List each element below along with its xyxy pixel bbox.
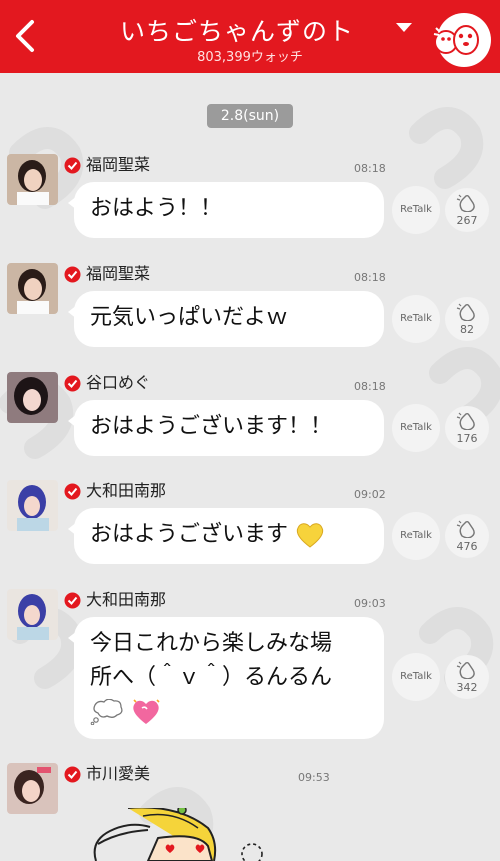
- message-bubble[interactable]: おはよう！！: [68, 182, 384, 238]
- avatar[interactable]: [7, 372, 58, 423]
- message-item: 大和田南那 09:03 今日これから楽しみな場 所へ（＾ｖ＾）るんるん ReTa…: [0, 587, 500, 742]
- message-text: おはようございます: [90, 522, 289, 547]
- retalk-button[interactable]: ReTalk: [392, 512, 440, 560]
- sparkling-heart-icon: [133, 699, 160, 724]
- retalk-button[interactable]: ReTalk: [392, 186, 440, 234]
- back-arrow-icon[interactable]: [8, 16, 40, 56]
- message-item: 谷口めぐ 08:18 おはようございます！！ ReTalk 176: [0, 370, 500, 460]
- message-bubble[interactable]: おはようございます！！: [68, 400, 384, 456]
- clap-button[interactable]: 176: [445, 406, 489, 450]
- avatar[interactable]: [7, 480, 58, 531]
- message-item: 福岡聖菜 08:18 おはよう！！ ReTalk 267: [0, 152, 500, 242]
- clap-icon: [456, 303, 475, 321]
- clap-button[interactable]: 476: [445, 514, 489, 558]
- avatar[interactable]: [7, 263, 58, 314]
- sender-name: 谷口めぐ: [86, 373, 151, 392]
- date-separator: 2.8(sun): [207, 104, 293, 128]
- mascot-menu-icon[interactable]: [430, 6, 494, 70]
- sender-name: 福岡聖菜: [86, 264, 151, 283]
- verified-check-icon: [64, 766, 81, 783]
- avatar[interactable]: [7, 763, 58, 814]
- clap-icon: [456, 194, 475, 212]
- avatar[interactable]: [7, 154, 58, 205]
- message-time: 08:18: [354, 380, 386, 393]
- message-time: 08:18: [354, 271, 386, 284]
- message-time: 09:03: [354, 597, 386, 610]
- clap-button[interactable]: 267: [445, 188, 489, 232]
- message-text-line: 今日これから楽しみな場: [90, 631, 333, 656]
- clap-button[interactable]: 82: [445, 297, 489, 341]
- clap-count: 267: [456, 214, 478, 227]
- sender-name: 福岡聖菜: [86, 155, 151, 174]
- message-text-line: 所へ（＾ｖ＾）るんるん: [90, 665, 333, 690]
- clap-count: 476: [456, 540, 478, 553]
- sender-name: 大和田南那: [86, 481, 167, 500]
- clap-icon: [456, 520, 475, 538]
- message-text: 元気いっぱいだよｗ: [90, 305, 289, 330]
- thought-bubble-icon: [90, 699, 123, 725]
- verified-check-icon: [64, 483, 81, 500]
- chevron-down-icon[interactable]: [394, 22, 414, 34]
- thought-bubble-icon: [241, 843, 263, 861]
- clap-count: 176: [456, 432, 478, 445]
- message-text: おはようございます！！: [90, 414, 333, 439]
- retalk-button[interactable]: ReTalk: [392, 404, 440, 452]
- message-text: おはよう！！: [90, 196, 223, 221]
- yellow-heart-icon: [296, 523, 324, 548]
- verified-check-icon: [64, 266, 81, 283]
- watch-count: 803,399ウォッチ: [197, 50, 303, 65]
- sender-name: 市川愛美: [86, 764, 151, 783]
- message-bubble[interactable]: おはようございます: [68, 508, 384, 564]
- header-bar: いちごちゃんずのト 803,399ウォッチ: [0, 0, 500, 73]
- retalk-button[interactable]: ReTalk: [392, 653, 440, 701]
- message-item: 福岡聖菜 08:18 元気いっぱいだよｗ ReTalk 82: [0, 261, 500, 351]
- clap-count: 82: [460, 323, 474, 336]
- verified-check-icon: [64, 157, 81, 174]
- room-title[interactable]: いちごちゃんずのト: [120, 12, 390, 46]
- message-time: 09:02: [354, 488, 386, 501]
- retalk-button[interactable]: ReTalk: [392, 295, 440, 343]
- verified-check-icon: [64, 375, 81, 392]
- clap-icon: [456, 412, 475, 430]
- sender-name: 大和田南那: [86, 590, 167, 609]
- clap-button[interactable]: 342: [445, 655, 489, 699]
- avatar[interactable]: [7, 589, 58, 640]
- verified-check-icon: [64, 592, 81, 609]
- message-time: 09:53: [298, 771, 330, 784]
- message-item: 大和田南那 09:02 おはようございます ReTalk 476: [0, 478, 500, 568]
- clap-icon: [456, 661, 475, 679]
- message-bubble[interactable]: 今日これから楽しみな場 所へ（＾ｖ＾）るんるん: [68, 617, 384, 739]
- message-time: 08:18: [354, 162, 386, 175]
- message-bubble[interactable]: 元気いっぱいだよｗ: [68, 291, 384, 347]
- clap-count: 342: [456, 681, 478, 694]
